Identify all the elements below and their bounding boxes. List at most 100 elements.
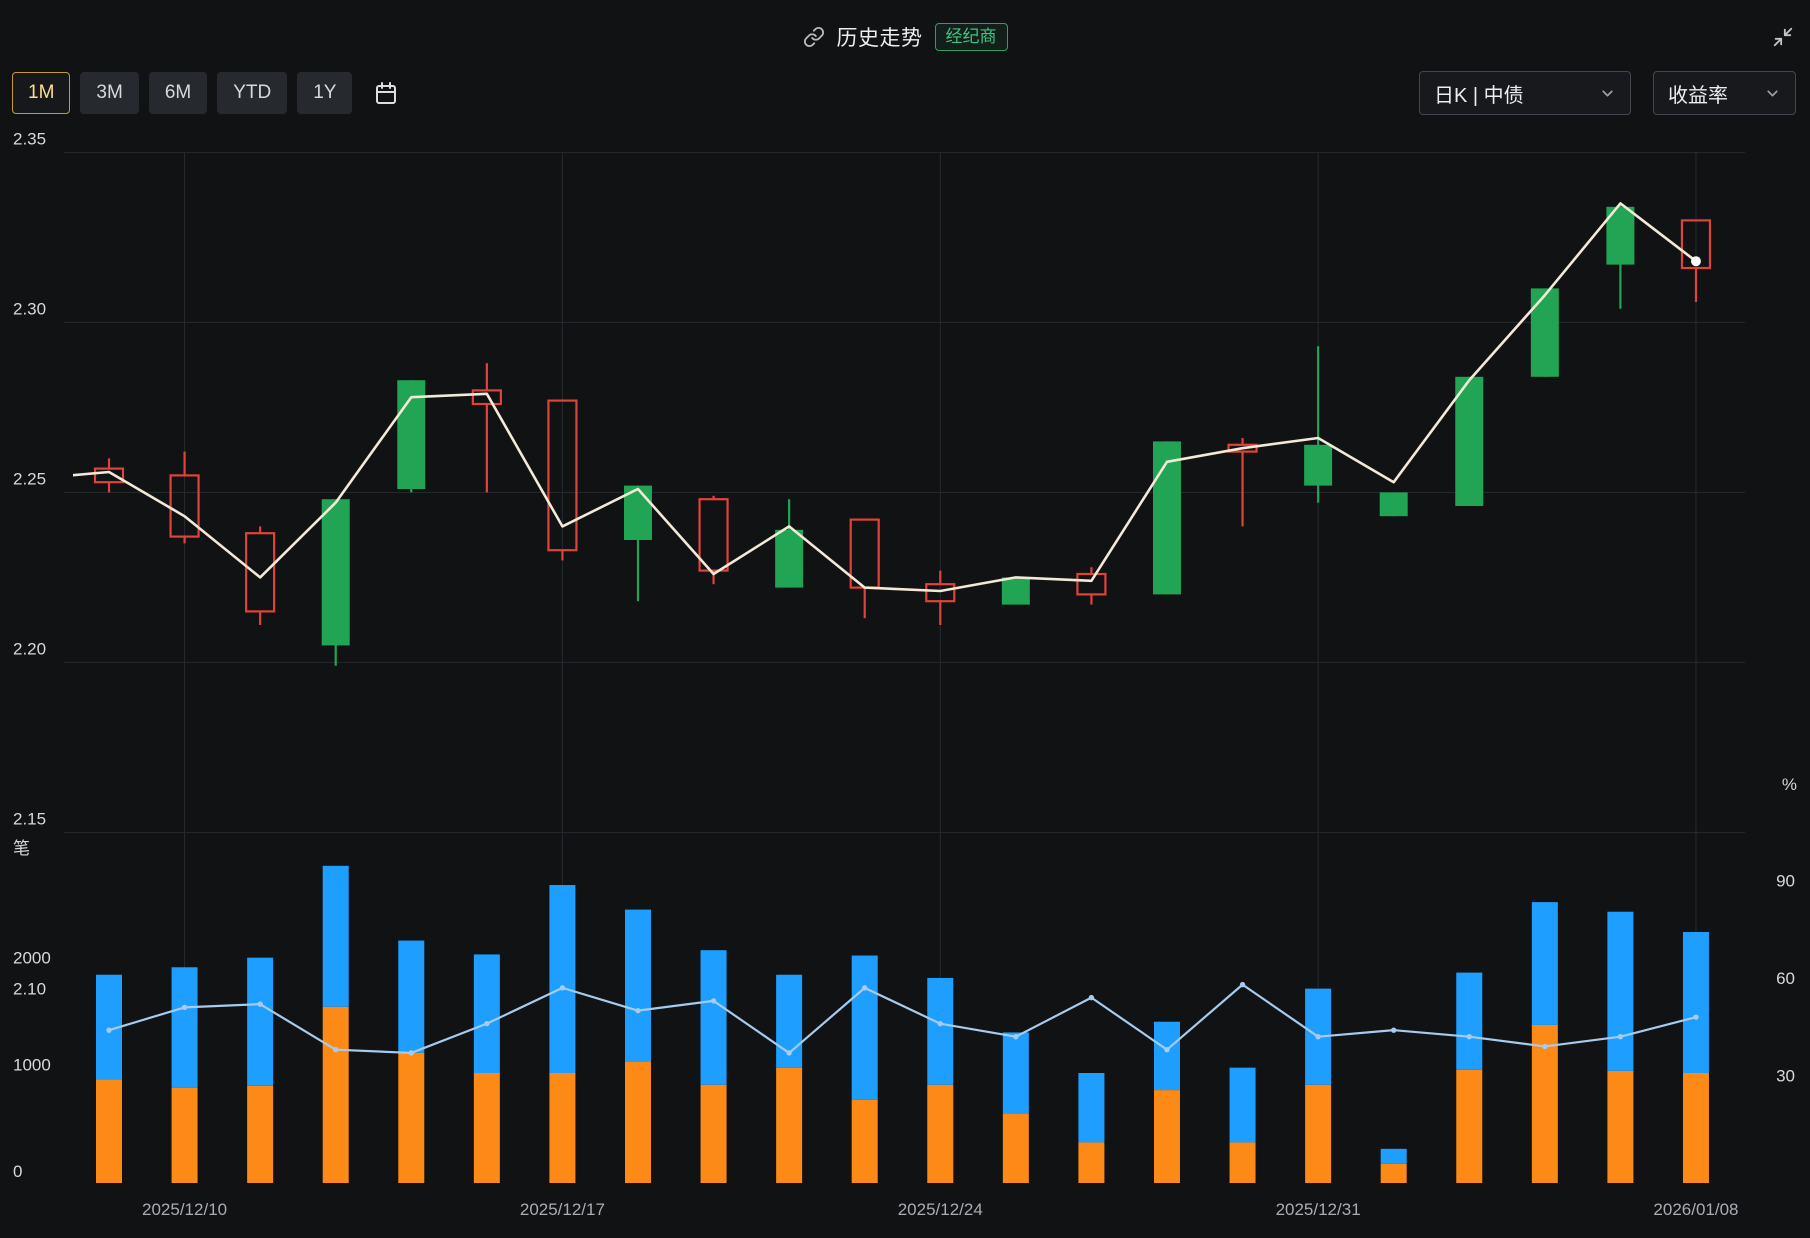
volume-bar-orange [701,1085,727,1183]
svg-text:2.35: 2.35 [13,129,46,148]
volume-bar-orange [625,1061,651,1183]
volume-bar-orange [776,1068,802,1183]
chevron-down-icon [1764,85,1781,102]
calendar-icon [374,81,398,105]
volume-bar-orange [96,1079,122,1183]
svg-text:30: 30 [1776,1067,1795,1086]
volume-bar-orange [1683,1073,1709,1183]
volume-bar-blue [1607,912,1633,1071]
candle [1002,577,1030,604]
page-title: 历史走势 [837,22,923,52]
volume-bar-orange [1305,1085,1331,1183]
svg-text:0: 0 [13,1162,22,1181]
range-ytd-button[interactable]: YTD [217,72,287,114]
volume-bar-orange [852,1100,878,1183]
pct-unit-label: % [1782,775,1797,794]
volume-unit-label: 笔 [13,839,30,858]
candle [322,499,350,666]
svg-text:2.10: 2.10 [13,979,46,998]
svg-text:2.15: 2.15 [13,809,46,828]
svg-text:2.20: 2.20 [13,639,46,658]
candle [851,520,879,619]
candle [473,363,501,492]
svg-text:90: 90 [1776,872,1795,891]
volume-bar-blue [1683,932,1709,1073]
range-6m-button[interactable]: 6M [149,72,207,114]
volume-bar-orange [1078,1142,1104,1183]
volume-bar-blue [172,967,198,1088]
volume-bar-blue [701,950,727,1085]
svg-text:2000: 2000 [13,949,51,968]
broker-badge: 经纪商 [935,23,1008,51]
svg-text:2026/01/08: 2026/01/08 [1653,1200,1738,1219]
volume-bar-blue [323,866,349,1007]
range-3m-button[interactable]: 3M [80,72,138,114]
candle [1531,288,1559,376]
volume-bar-orange [323,1007,349,1183]
volume-bar-orange [172,1088,198,1183]
svg-text:60: 60 [1776,969,1795,988]
volume-bar-blue [1003,1032,1029,1113]
volume-bar-orange [1154,1090,1180,1183]
chart-option-dropdowns: 日K | 中债 收益率 [1419,71,1796,115]
volume-bar-blue [1456,973,1482,1070]
link-icon [803,26,825,48]
x-axis-date-labels: 2025/12/102025/12/172025/12/242025/12/31… [142,1200,1738,1219]
candle [1606,203,1634,308]
volume-bar-blue [247,958,273,1086]
grid-lines [64,152,1745,1183]
volume-bar-orange [474,1073,500,1183]
volume-bar-orange [398,1053,424,1183]
svg-text:2.30: 2.30 [13,299,46,318]
history-trend-panel: 历史走势 经纪商 1M 3M 6M YTD 1Y 日K [0,0,1810,1238]
candle [775,499,803,587]
volume-bar-blue [927,978,953,1085]
candle [1380,492,1408,516]
metric-label: 收益率 [1668,79,1728,108]
volume-bar-orange [1003,1114,1029,1183]
svg-text:2025/12/10: 2025/12/10 [142,1200,227,1219]
history-chart[interactable]: 2.35 2.30 2.25 2.20 2.15 2.10 笔 2000 1000 0% 90 60 3… [0,0,1810,1238]
volume-bar-orange [549,1073,575,1183]
metric-dropdown[interactable]: 收益率 [1653,71,1796,115]
axis-labels: 2.35 2.30 2.25 2.20 2.15 2.10 笔 2000 1000 0% 90 60 3… [13,129,1797,1181]
svg-text:2025/12/17: 2025/12/17 [520,1200,605,1219]
cdb-line-endpoint [1691,256,1701,266]
collapse-icon [1772,26,1794,48]
volume-bar-blue [1154,1022,1180,1090]
candlestick-series [95,203,1710,665]
kline-source-label: 日K | 中债 [1434,79,1524,108]
candle [700,496,728,584]
svg-text:2.25: 2.25 [13,469,46,488]
volume-bars [96,866,1709,1183]
range-1m-button[interactable]: 1M [12,72,70,114]
header: 历史走势 经纪商 [0,20,1810,54]
volume-bar-orange [247,1086,273,1183]
volume-bar-orange [1456,1070,1482,1183]
candle [1304,346,1332,502]
toolbar: 1M 3M 6M YTD 1Y 日K | 中债 收益率 [12,70,1796,116]
volume-bar-blue [625,910,651,1062]
candle [624,486,652,602]
range-buttons: 1M 3M 6M YTD 1Y [12,72,402,114]
svg-text:1000: 1000 [13,1055,51,1074]
volume-bar-blue [1078,1073,1104,1142]
volume-bar-orange [927,1085,953,1183]
candle [1153,441,1181,594]
volume-bar-blue [1381,1149,1407,1164]
chevron-down-icon [1599,85,1616,102]
volume-bar-blue [1230,1068,1256,1143]
volume-bar-blue [1532,902,1558,1025]
volume-bar-orange [1230,1142,1256,1183]
svg-text:2025/12/24: 2025/12/24 [898,1200,983,1219]
cdb-yield-line [33,203,1696,591]
volume-bar-blue [398,941,424,1053]
candle [95,458,123,492]
candle [1455,377,1483,506]
range-1y-button[interactable]: 1Y [297,72,352,114]
volume-bar-blue [549,885,575,1073]
calendar-button[interactable] [370,77,402,109]
kline-source-dropdown[interactable]: 日K | 中债 [1419,71,1631,115]
collapse-button[interactable] [1768,22,1798,52]
volume-bar-blue [474,954,500,1073]
